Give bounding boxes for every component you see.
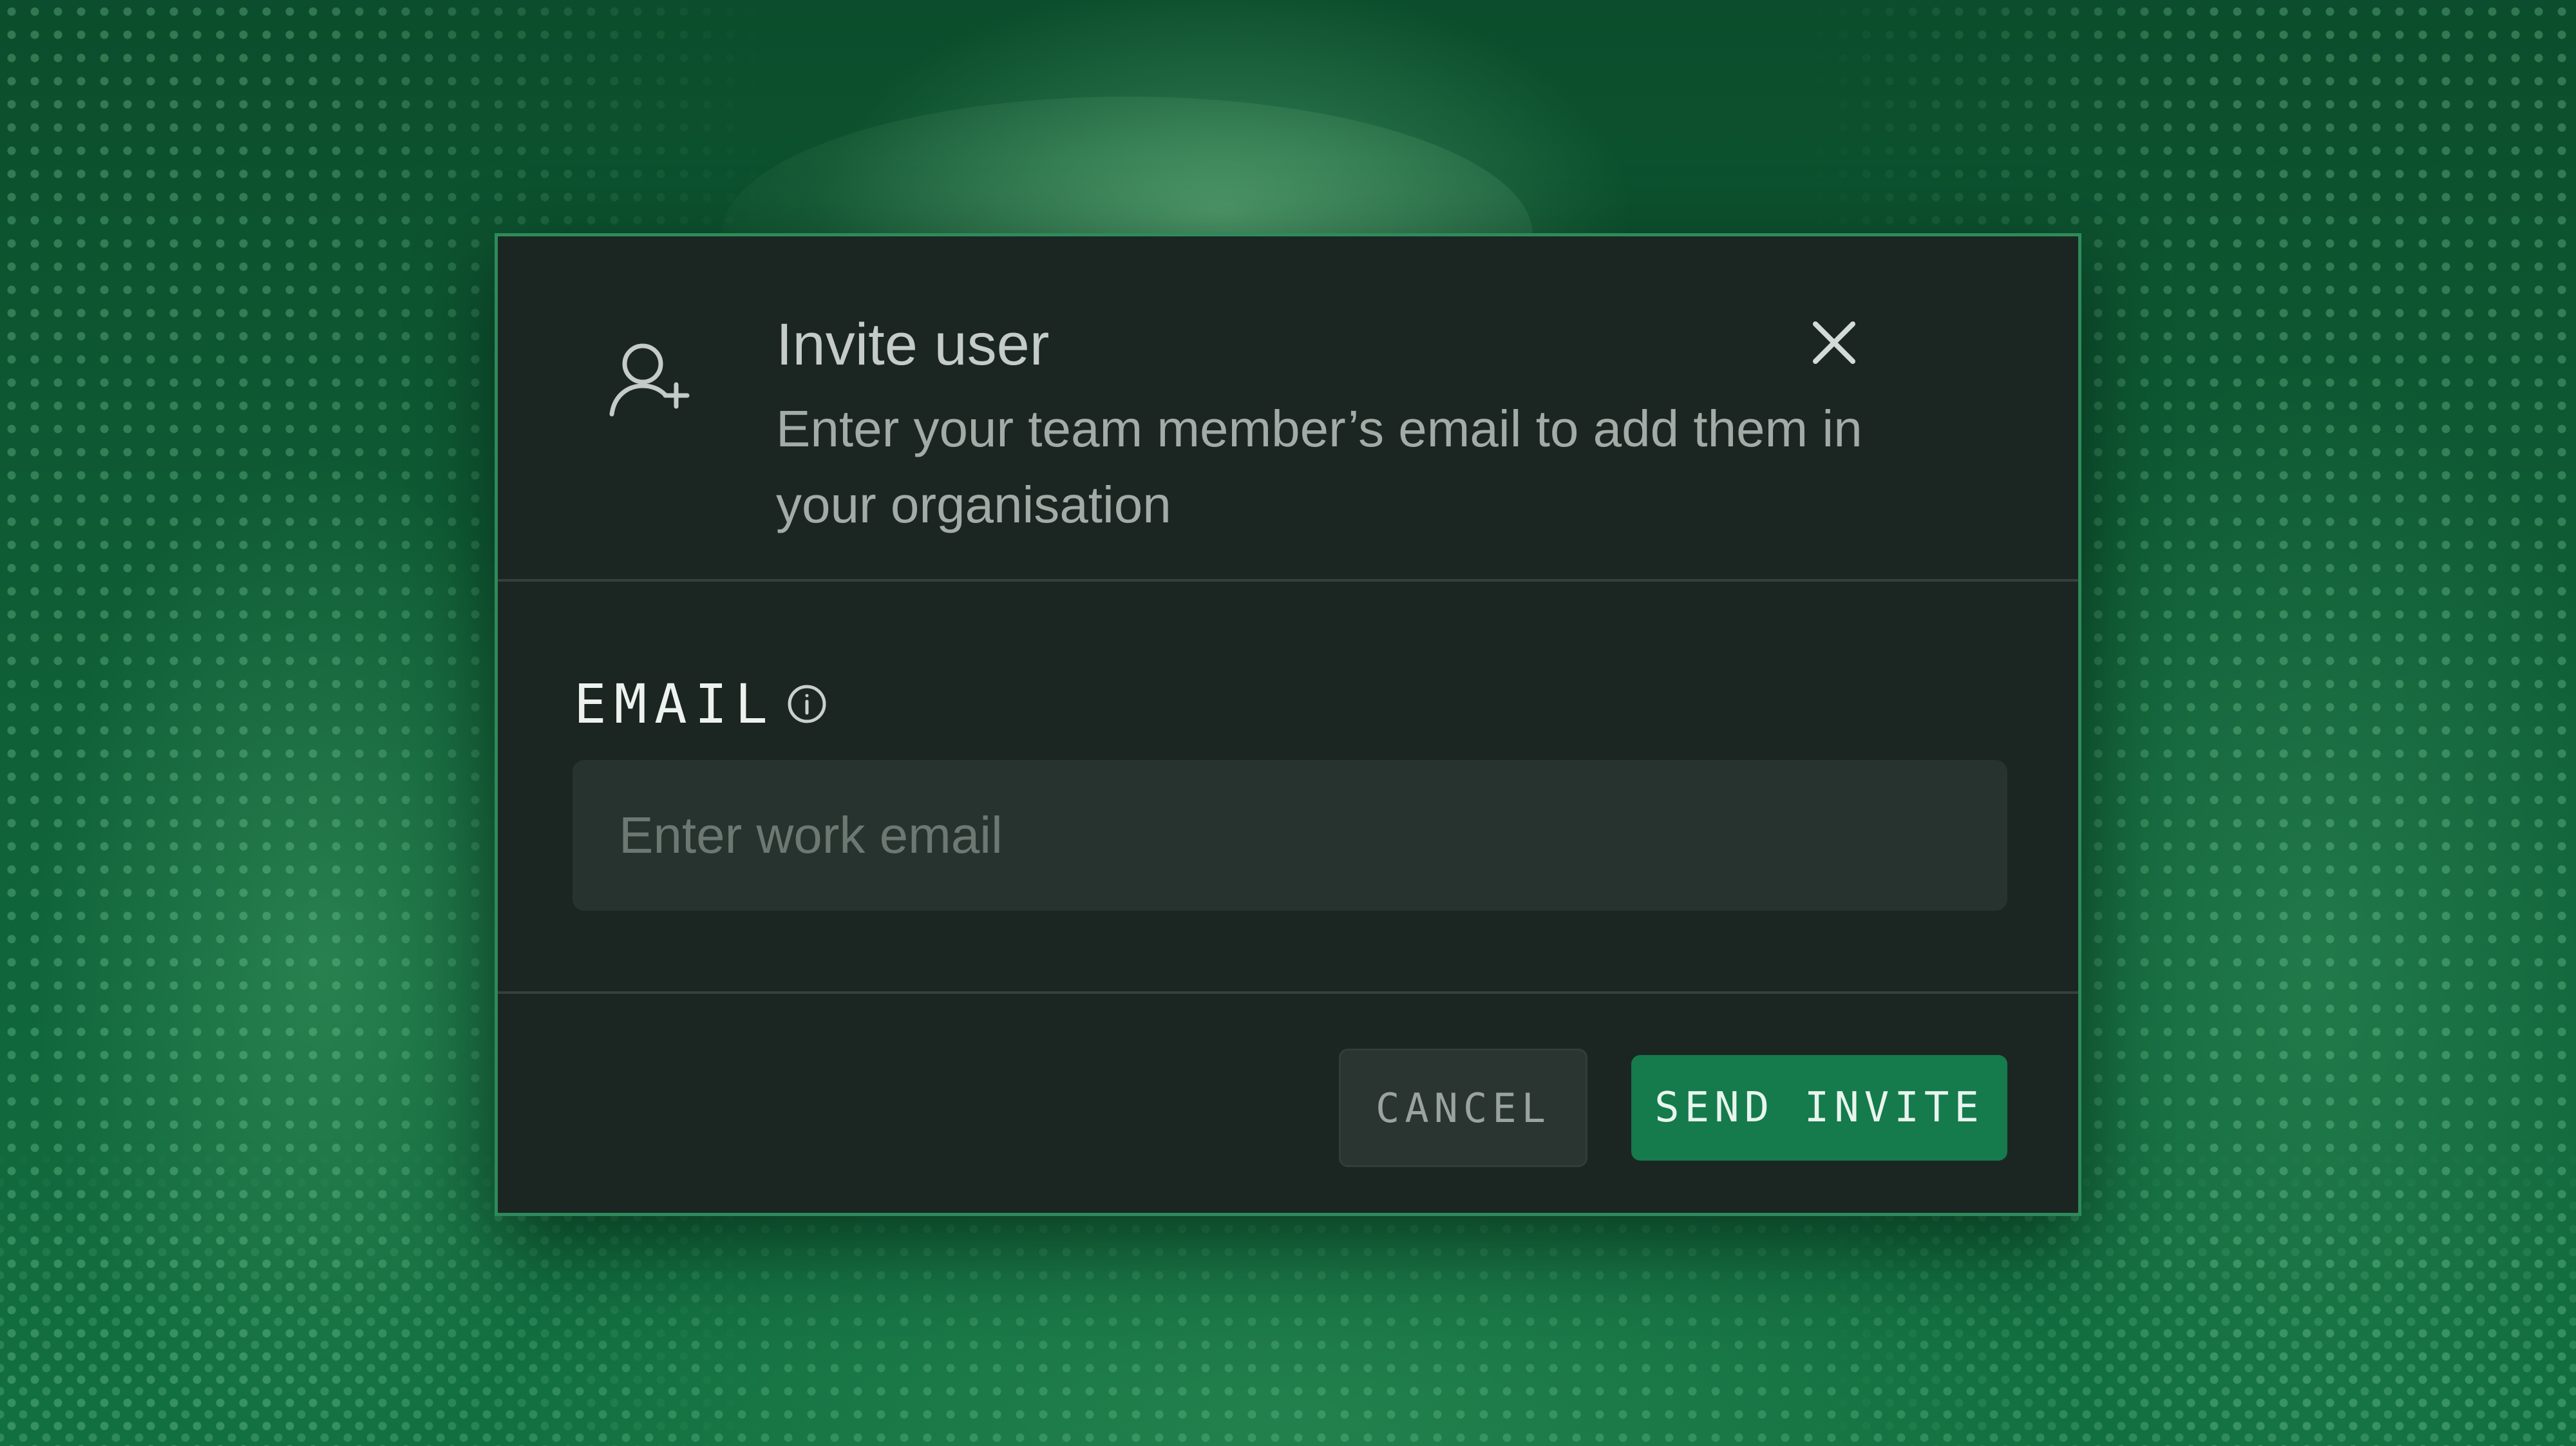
- dialog-header: Invite user Enter your team member’s ema…: [498, 236, 2078, 582]
- email-input[interactable]: [573, 760, 2007, 911]
- close-icon: [1813, 321, 1855, 364]
- cancel-button-label: CANCEL: [1376, 1084, 1551, 1132]
- cancel-button[interactable]: CANCEL: [1339, 1049, 1587, 1167]
- dialog-title: Invite user: [776, 312, 1050, 377]
- send-invite-button[interactable]: SEND INVITE: [1631, 1055, 2007, 1161]
- close-button[interactable]: [1792, 301, 1876, 385]
- send-invite-button-label: SEND INVITE: [1654, 1084, 1984, 1132]
- email-label: EMAIL: [574, 672, 775, 736]
- info-icon[interactable]: [786, 683, 828, 725]
- dialog-body: EMAIL: [498, 582, 2078, 994]
- user-plus-icon: [609, 343, 690, 417]
- dialog-footer: CANCEL SEND INVITE: [498, 994, 2078, 1216]
- invite-user-dialog: Invite user Enter your team member’s ema…: [495, 233, 2081, 1216]
- dialog-subtitle: Enter your team member’s email to add th…: [776, 400, 1862, 533]
